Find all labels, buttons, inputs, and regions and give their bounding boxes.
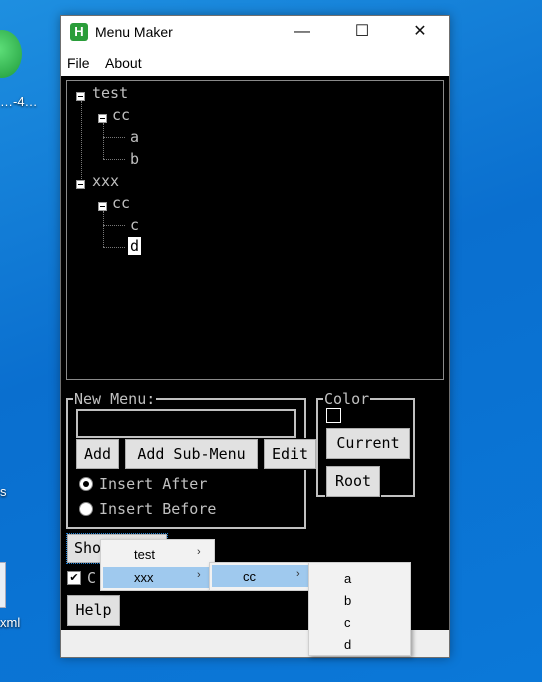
desktop-label[interactable]: s xyxy=(0,484,7,499)
root-button-label: Root xyxy=(334,472,372,490)
popup-item-b[interactable]: b xyxy=(344,593,351,608)
new-menu-group: New Menu: Add Add Sub-Menu Edit Insert A… xyxy=(66,390,317,529)
tree-connector xyxy=(103,159,125,160)
title-bar[interactable]: H Menu Maker — ☐ ✕ xyxy=(61,16,449,48)
popup-menu-level2: cc › xyxy=(209,562,313,591)
maximize-button[interactable]: ☐ xyxy=(339,16,385,48)
app-logo-icon: H xyxy=(70,23,88,41)
submenu-arrow-icon: › xyxy=(296,568,300,580)
option-checkbox-label[interactable]: C xyxy=(87,569,96,587)
desktop-icon-app[interactable] xyxy=(0,30,22,78)
add-button[interactable]: Add xyxy=(75,438,120,470)
insert-before-radio[interactable] xyxy=(79,502,93,516)
new-menu-name-input[interactable] xyxy=(76,409,296,438)
edit-button[interactable]: Edit xyxy=(263,438,317,470)
popup-menu-level3: a b c d xyxy=(308,562,411,656)
edit-button-label: Edit xyxy=(271,445,309,463)
current-button-label: Current xyxy=(336,434,400,452)
close-button[interactable]: ✕ xyxy=(397,16,443,48)
collapse-icon[interactable] xyxy=(98,202,107,211)
desktop-label[interactable]: xml xyxy=(0,615,20,630)
root-color-button[interactable]: Root xyxy=(325,465,381,498)
popup-item-c[interactable]: c xyxy=(344,615,351,630)
insert-before-label[interactable]: Insert Before xyxy=(99,500,216,518)
tree-node-b[interactable]: b xyxy=(130,150,139,168)
add-sub-menu-label: Add Sub-Menu xyxy=(137,445,246,463)
help-button[interactable]: Help xyxy=(66,594,121,627)
popup-item-xxx-highlight[interactable] xyxy=(103,567,211,588)
popup-item-d[interactable]: d xyxy=(344,637,351,652)
desktop-file-icon[interactable] xyxy=(0,562,6,608)
insert-after-radio[interactable] xyxy=(79,477,93,491)
tree-node-a[interactable]: a xyxy=(130,128,139,146)
tree-connector xyxy=(103,247,125,248)
popup-item-a[interactable]: a xyxy=(344,571,351,586)
tree-connector xyxy=(103,137,125,138)
window-title: Menu Maker xyxy=(95,24,173,40)
collapse-icon[interactable] xyxy=(76,92,85,101)
add-button-label: Add xyxy=(83,445,112,463)
popup-menu-level1: test › xxx › xyxy=(100,539,215,591)
tree-connector xyxy=(103,123,104,159)
menu-bar: File About xyxy=(61,48,449,76)
tree-node-xxx[interactable]: xxx xyxy=(92,172,119,190)
tree-node-d-selected[interactable]: d xyxy=(128,237,142,255)
tree-node-cc[interactable]: cc xyxy=(112,106,130,124)
desktop-label[interactable]: …-4… xyxy=(0,94,38,109)
current-color-button[interactable]: Current xyxy=(325,427,411,460)
popup-item-xxx[interactable]: xxx xyxy=(134,570,154,585)
color-group: Color Current Root xyxy=(316,390,415,498)
tree-node-test[interactable]: test xyxy=(92,84,128,102)
option-checkbox[interactable]: ✔ xyxy=(67,571,81,585)
menu-file[interactable]: File xyxy=(67,55,90,71)
tree-node-cc[interactable]: cc xyxy=(112,194,130,212)
submenu-arrow-icon: › xyxy=(197,569,201,581)
tree-connector xyxy=(103,225,125,226)
menu-tree-view[interactable]: test cc a b xxx cc c d xyxy=(66,80,444,380)
collapse-icon[interactable] xyxy=(76,180,85,189)
add-sub-menu-button[interactable]: Add Sub-Menu xyxy=(124,438,259,470)
color-legend: Color xyxy=(323,390,371,408)
minimize-button[interactable]: — xyxy=(279,16,325,48)
popup-item-cc[interactable]: cc xyxy=(243,569,256,584)
menu-about[interactable]: About xyxy=(105,55,142,71)
insert-after-label[interactable]: Insert After xyxy=(99,475,207,493)
tree-connector xyxy=(81,101,82,185)
popup-item-cc-highlight[interactable] xyxy=(212,565,309,587)
submenu-arrow-icon: › xyxy=(197,546,201,558)
popup-item-test[interactable]: test xyxy=(134,547,155,562)
color-swatch[interactable] xyxy=(326,408,341,423)
tree-connector xyxy=(103,211,104,247)
new-menu-legend: New Menu: xyxy=(73,390,157,408)
collapse-icon[interactable] xyxy=(98,114,107,123)
help-button-label: Help xyxy=(75,601,112,619)
tree-node-c[interactable]: c xyxy=(130,216,139,234)
